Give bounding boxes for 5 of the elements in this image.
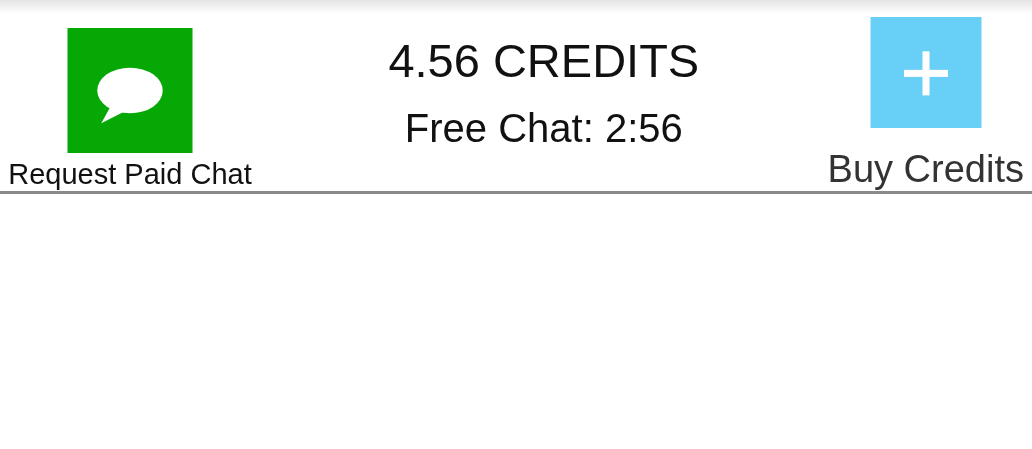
chat-bubble-icon	[67, 28, 193, 153]
request-paid-chat-button[interactable]: Request Paid Chat	[0, 0, 260, 191]
buy-credits-button[interactable]: Buy Credits	[827, 0, 1024, 191]
free-chat-timer: Free Chat: 2:56	[404, 105, 683, 152]
credits-balance: 4.56 CREDITS	[388, 33, 700, 89]
